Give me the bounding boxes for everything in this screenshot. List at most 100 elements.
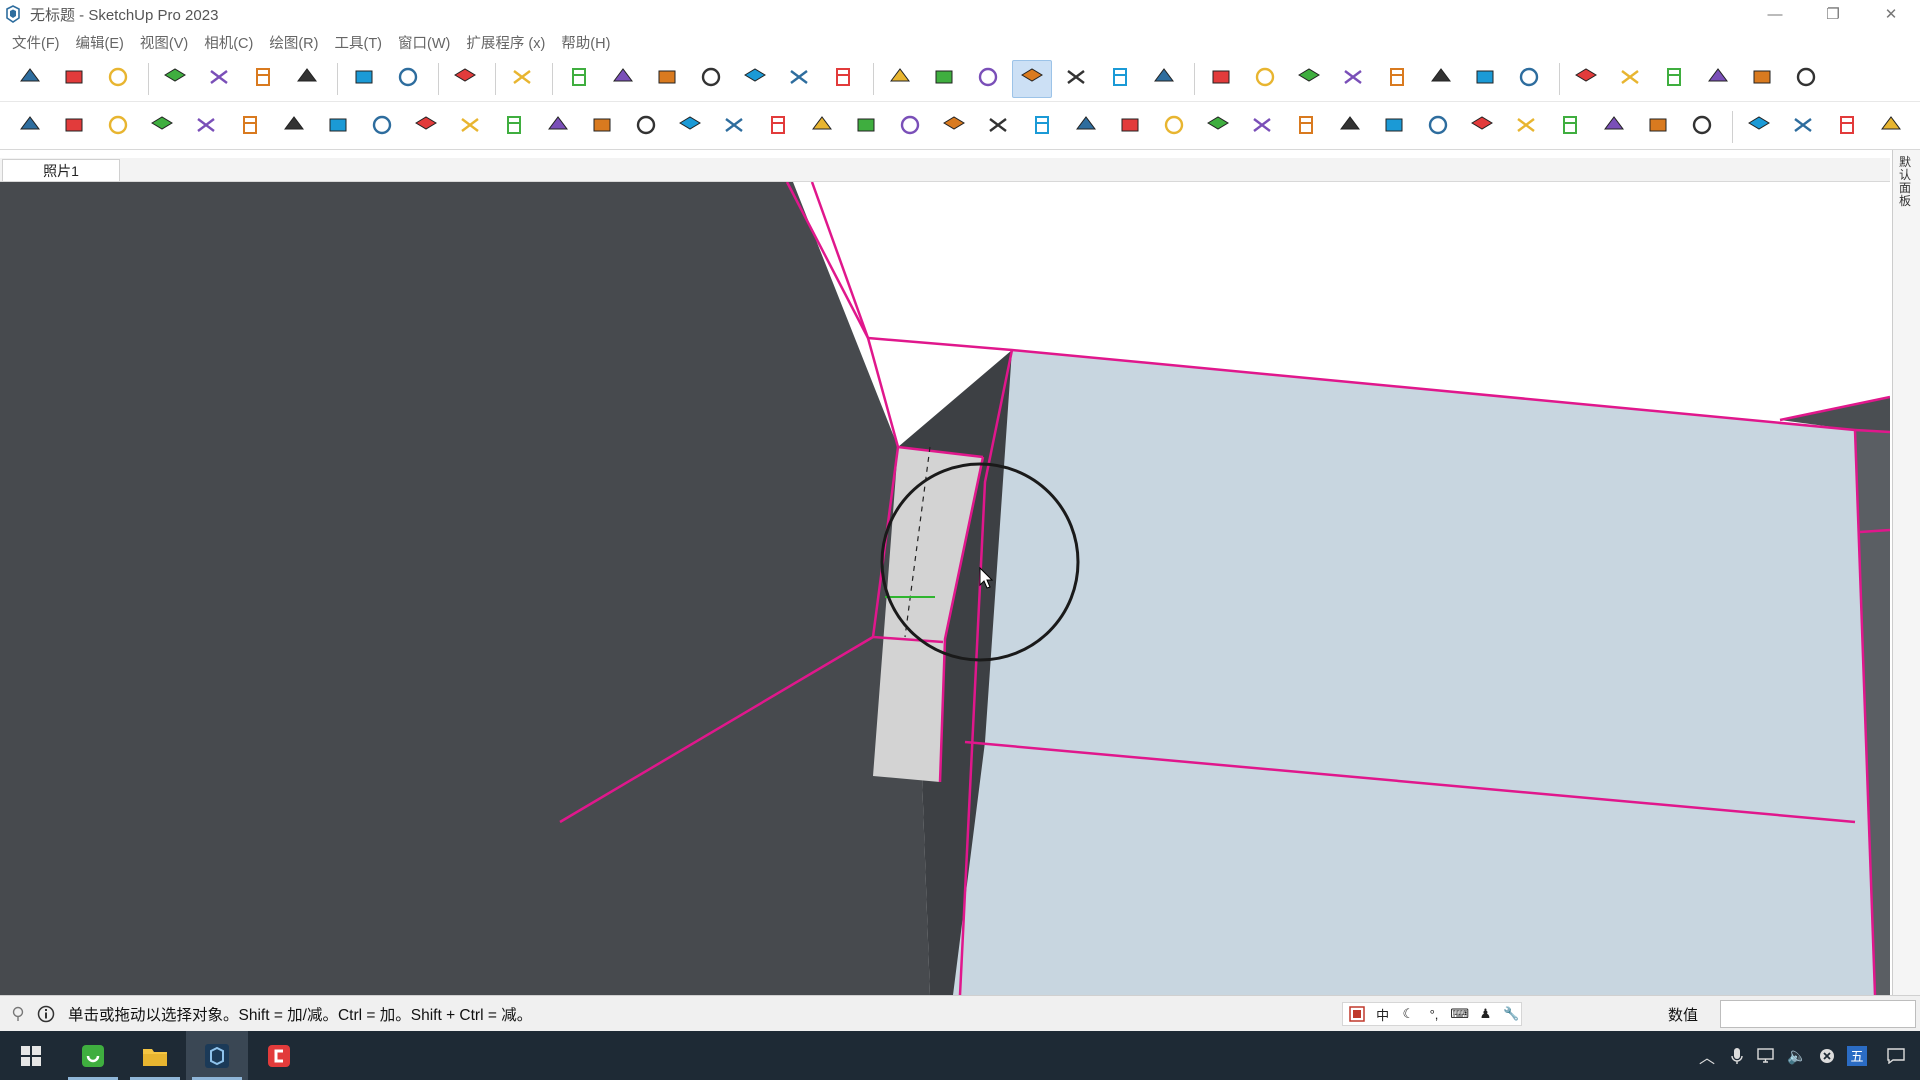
hidden-line-button[interactable]: [1012, 59, 1052, 98]
component-5-button[interactable]: [1742, 60, 1782, 98]
menu-camera[interactable]: 相机(C): [196, 32, 261, 53]
right-view-button[interactable]: [691, 60, 731, 98]
punct-icon[interactable]: °,: [1424, 1004, 1444, 1024]
ext-3-button[interactable]: [98, 108, 138, 146]
ext-15-button[interactable]: [626, 108, 666, 146]
ext-18-button[interactable]: [758, 108, 798, 146]
shaded-button[interactable]: [1056, 60, 1096, 98]
section-plane-button[interactable]: [1201, 60, 1241, 98]
restore-button[interactable]: ❐: [1804, 0, 1862, 28]
ext-32-button[interactable]: [1374, 108, 1414, 146]
ime-five-icon[interactable]: 五: [1842, 1031, 1872, 1080]
menu-extensions[interactable]: 扩展程序 (x): [458, 32, 553, 53]
minimize-button[interactable]: —: [1746, 0, 1804, 28]
back-view-button[interactable]: [735, 60, 775, 98]
left-view-button[interactable]: [779, 60, 819, 98]
menu-draw[interactable]: 绘图(R): [261, 32, 326, 53]
explorer-icon[interactable]: [124, 1031, 186, 1080]
curve-1-button[interactable]: [1739, 108, 1779, 146]
default-tray[interactable]: 默认面板: [1892, 150, 1920, 995]
wrench-icon[interactable]: 🔧: [1501, 1004, 1521, 1024]
menu-tools[interactable]: 工具(T): [326, 32, 390, 53]
light-blue-face[interactable]: [953, 350, 1875, 995]
push-pull-button[interactable]: [1289, 60, 1329, 98]
ext-1-button[interactable]: [10, 108, 50, 146]
ext-4-button[interactable]: [142, 108, 182, 146]
paint-button[interactable]: [1509, 60, 1549, 98]
paste-button[interactable]: [243, 60, 283, 98]
ext-20-button[interactable]: [846, 108, 886, 146]
component-3-button[interactable]: [1654, 60, 1694, 98]
ext-10-button[interactable]: [406, 108, 446, 146]
ext-14-button[interactable]: [582, 108, 622, 146]
component-1-button[interactable]: [1566, 60, 1606, 98]
measurements-input[interactable]: [1720, 1000, 1916, 1028]
app-green-icon[interactable]: [62, 1031, 124, 1080]
component-4-button[interactable]: [1698, 60, 1738, 98]
curve-4-button[interactable]: [1871, 108, 1911, 146]
start-icon[interactable]: [0, 1031, 62, 1080]
user-icon[interactable]: ♟: [1476, 1004, 1496, 1024]
xray-button[interactable]: [880, 60, 920, 98]
ext-5-button[interactable]: [186, 108, 226, 146]
ext-21-button[interactable]: [890, 108, 930, 146]
menu-view[interactable]: 视图(V): [132, 32, 196, 53]
redo-button[interactable]: [388, 60, 428, 98]
mic-icon[interactable]: [1722, 1031, 1752, 1080]
ext-16-button[interactable]: [670, 108, 710, 146]
ext-12-button[interactable]: [494, 108, 534, 146]
network-icon[interactable]: [1752, 1031, 1782, 1080]
monochrome-button[interactable]: [1144, 60, 1184, 98]
model-viewport[interactable]: [0, 182, 1890, 995]
ime-icon[interactable]: [1347, 1004, 1367, 1024]
ext-31-button[interactable]: [1330, 108, 1370, 146]
ext-34-button[interactable]: [1462, 108, 1502, 146]
cut-button[interactable]: [155, 60, 195, 98]
push-pull-up-button[interactable]: [1245, 60, 1285, 98]
menu-help[interactable]: 帮助(H): [553, 32, 618, 53]
copy-button[interactable]: [199, 60, 239, 98]
model-info-button[interactable]: [502, 60, 542, 98]
ext-17-button[interactable]: [714, 108, 754, 146]
ext-27-button[interactable]: [1154, 108, 1194, 146]
ext-8-button[interactable]: [318, 108, 358, 146]
ext-9-button[interactable]: [362, 108, 402, 146]
print-button[interactable]: [445, 60, 485, 98]
ime-language[interactable]: 中: [1373, 1004, 1393, 1024]
menu-file[interactable]: 文件(F): [4, 32, 68, 53]
ext-39-button[interactable]: [1682, 108, 1722, 146]
ext-25-button[interactable]: [1066, 108, 1106, 146]
ext-6-button[interactable]: [230, 108, 270, 146]
solid-tool-button[interactable]: [1377, 60, 1417, 98]
ext-26-button[interactable]: [1110, 108, 1150, 146]
chevron-up-icon[interactable]: ︿: [1692, 1031, 1722, 1080]
ext-2-button[interactable]: [54, 108, 94, 146]
back-edges-button[interactable]: [924, 60, 964, 98]
volume-icon[interactable]: 🔈: [1782, 1031, 1812, 1080]
moon-icon[interactable]: ☾: [1398, 1004, 1418, 1024]
close-circle-icon[interactable]: [1812, 1031, 1842, 1080]
undo-button[interactable]: [344, 60, 384, 98]
ext-37-button[interactable]: [1594, 108, 1634, 146]
location-icon[interactable]: [8, 1004, 28, 1024]
ext-23-button[interactable]: [978, 108, 1018, 146]
wireframe-button[interactable]: [968, 60, 1008, 98]
menu-edit[interactable]: 编辑(E): [68, 32, 132, 53]
top-view-button[interactable]: [603, 60, 643, 98]
sketchup-icon[interactable]: [186, 1031, 248, 1080]
keyboard-icon[interactable]: ⌨: [1450, 1004, 1470, 1024]
ext-11-button[interactable]: [450, 108, 490, 146]
ext-29-button[interactable]: [1242, 108, 1282, 146]
ext-13-button[interactable]: [538, 108, 578, 146]
new-button[interactable]: [10, 60, 50, 98]
component-2-button[interactable]: [1610, 60, 1650, 98]
info-icon[interactable]: [36, 1004, 56, 1024]
ext-30-button[interactable]: [1286, 108, 1326, 146]
menu-window[interactable]: 窗口(W): [390, 32, 458, 53]
ext-22-button[interactable]: [934, 108, 974, 146]
dark-face-left[interactable]: [0, 182, 930, 995]
ext-35-button[interactable]: [1506, 108, 1546, 146]
close-button[interactable]: ✕: [1862, 0, 1920, 28]
save-button[interactable]: [98, 60, 138, 98]
component-6-button[interactable]: [1786, 60, 1826, 98]
